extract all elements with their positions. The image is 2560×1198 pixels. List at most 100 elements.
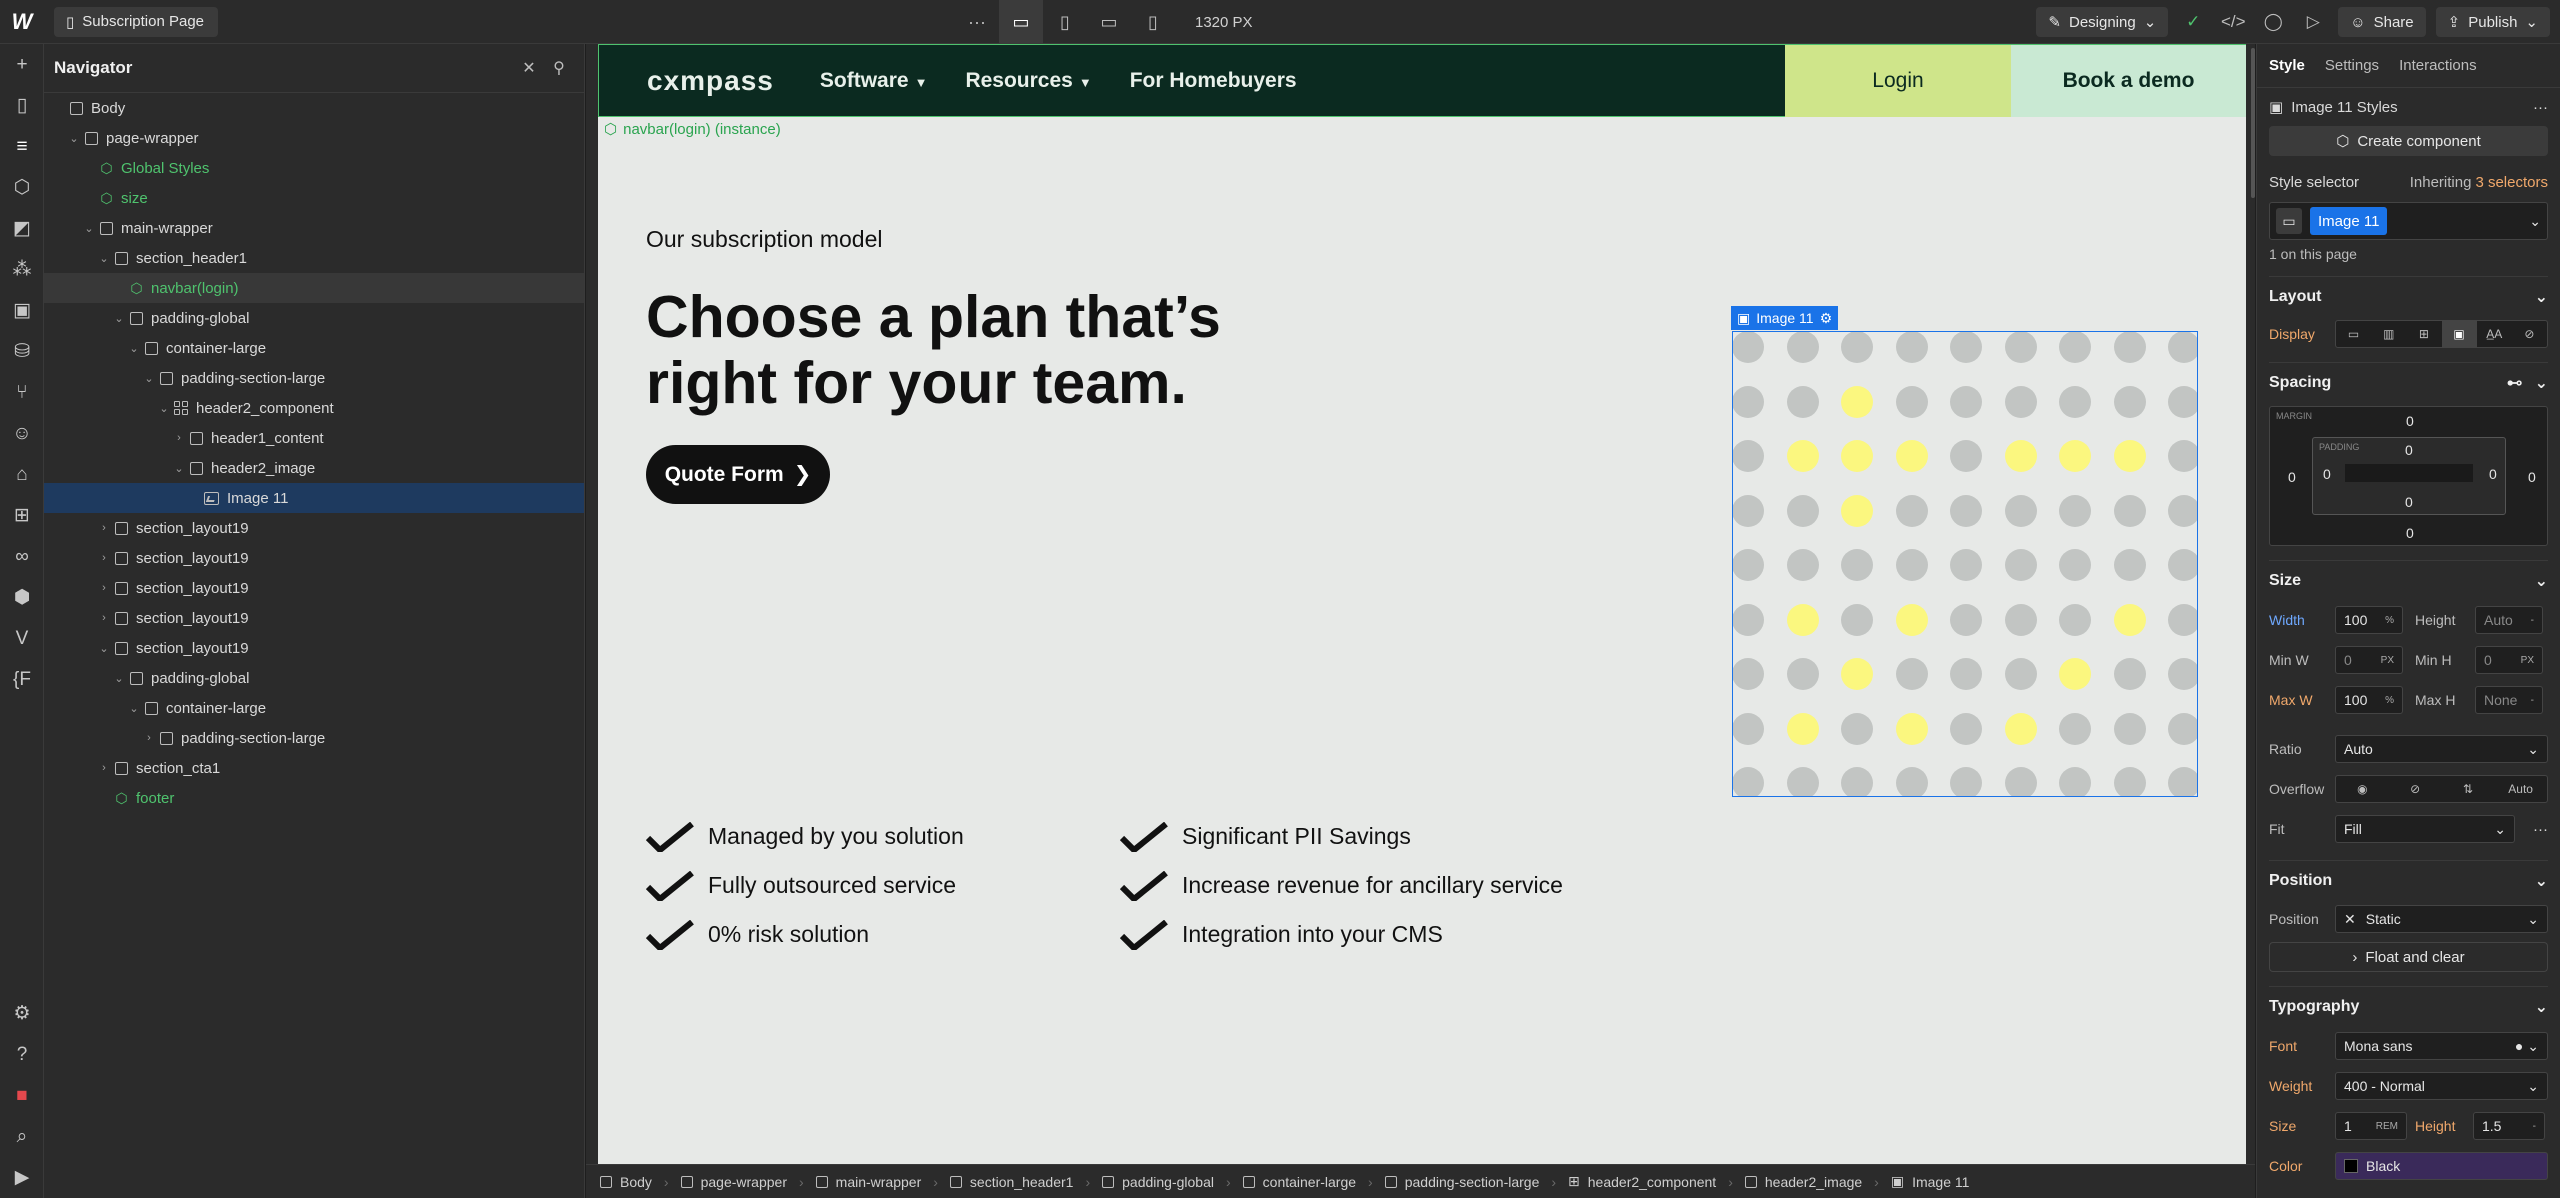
tab-style[interactable]: Style bbox=[2269, 57, 2305, 74]
ecommerce-icon[interactable]: ⌂ bbox=[0, 454, 44, 495]
inheriting-count[interactable]: 3 selectors bbox=[2475, 174, 2548, 191]
position-select[interactable]: ✕ Static ⌄ bbox=[2335, 905, 2548, 933]
padding-right[interactable]: 0 bbox=[2489, 466, 2497, 482]
chevron-down-icon[interactable]: ⌄ bbox=[172, 462, 186, 475]
navigator-row[interactable]: Body bbox=[44, 93, 584, 123]
chevron-right-icon[interactable]: › bbox=[97, 552, 111, 564]
display-none-icon[interactable]: ⊘ bbox=[2512, 321, 2547, 347]
typography-section-header[interactable]: Typography ⌄ bbox=[2269, 986, 2548, 1026]
search-icon[interactable]: ⌕ bbox=[0, 1116, 44, 1157]
navigator-row[interactable]: › section_cta1 bbox=[44, 753, 584, 783]
add-icon[interactable]: + bbox=[0, 44, 44, 85]
overflow-auto-option[interactable]: Auto bbox=[2494, 776, 2547, 802]
more-icon[interactable]: ··· bbox=[2533, 821, 2548, 838]
feature-item[interactable]: Fully outsourced service bbox=[646, 861, 964, 910]
min-height-input[interactable]: 0 PX bbox=[2475, 646, 2543, 674]
color-field[interactable]: Black bbox=[2335, 1152, 2548, 1180]
help-icon[interactable]: ? bbox=[0, 1034, 44, 1075]
breadcrumb-item[interactable]: section_header1 › bbox=[949, 1174, 1102, 1190]
selector-chip[interactable]: Image 11 bbox=[2310, 207, 2388, 235]
navigator-row[interactable]: ⌄ padding-global bbox=[44, 303, 584, 333]
chevron-down-icon[interactable]: ⌄ bbox=[127, 342, 141, 355]
assets-icon[interactable]: ▣ bbox=[0, 290, 44, 331]
display-flex-icon[interactable]: ▥ bbox=[2371, 321, 2406, 347]
style-selector-field[interactable]: ▭ Image 11 ⌄ bbox=[2269, 202, 2548, 240]
feature-item[interactable]: Managed by you solution bbox=[646, 812, 964, 861]
chevron-right-icon[interactable]: › bbox=[97, 762, 111, 774]
navigator-row[interactable]: ⌄ padding-section-large bbox=[44, 363, 584, 393]
quote-form-button[interactable]: Quote Form ❯ bbox=[646, 445, 830, 504]
feature-item[interactable]: Integration into your CMS bbox=[1120, 910, 1563, 959]
breadcrumb-item[interactable]: main-wrapper › bbox=[815, 1174, 950, 1190]
nav-link-resources[interactable]: Resources ▼ bbox=[965, 69, 1091, 93]
overflow-hidden-icon[interactable]: ⊘ bbox=[2389, 776, 2442, 802]
navigator-row[interactable]: ⌄ header2_component bbox=[44, 393, 584, 423]
section-eyebrow[interactable]: Our subscription model bbox=[646, 226, 883, 253]
navigator-row[interactable]: › header1_content bbox=[44, 423, 584, 453]
chevron-right-icon[interactable]: › bbox=[172, 432, 186, 444]
height-input[interactable]: Auto - bbox=[2475, 606, 2543, 634]
chevron-down-icon[interactable]: ⌄ bbox=[157, 402, 171, 415]
breadcrumb-item[interactable]: page-wrapper › bbox=[680, 1174, 816, 1190]
logic-icon[interactable]: ⑂ bbox=[0, 372, 44, 413]
check-circle-icon[interactable]: ✓ bbox=[2178, 7, 2208, 37]
chevron-down-icon[interactable]: ⌄ bbox=[97, 252, 111, 265]
navigator-row[interactable]: ⬡ Global Styles bbox=[44, 153, 584, 183]
tab-settings[interactable]: Settings bbox=[2325, 57, 2379, 74]
comment-icon[interactable]: ◯ bbox=[2258, 7, 2288, 37]
code-brace-icon[interactable]: {F bbox=[0, 659, 44, 700]
hero-headline[interactable]: Choose a plan that’s right for your team… bbox=[646, 284, 1366, 416]
size-section-header[interactable]: Size ⌄ bbox=[2269, 560, 2548, 600]
mobile-portrait-breakpoint-icon[interactable]: ▯ bbox=[1131, 0, 1175, 44]
navigator-row[interactable]: › section_layout19 bbox=[44, 543, 584, 573]
display-block-icon[interactable]: ▭ bbox=[2336, 321, 2371, 347]
collapse-all-icon[interactable]: ✕ bbox=[514, 58, 544, 78]
breadcrumb-item[interactable]: container-large › bbox=[1242, 1174, 1385, 1190]
components-icon[interactable]: ⬡ bbox=[0, 167, 44, 208]
apps-icon[interactable]: ⊞ bbox=[0, 495, 44, 536]
unit-dash[interactable]: - bbox=[2531, 615, 2534, 626]
webflow-logo-icon[interactable]: W bbox=[0, 0, 44, 44]
margin-bottom[interactable]: 0 bbox=[2406, 525, 2414, 541]
weight-select[interactable]: 400 - Normal ⌄ bbox=[2335, 1072, 2548, 1100]
navigator-row[interactable]: Image 11 bbox=[44, 483, 584, 513]
chevron-down-icon[interactable]: ⌄ bbox=[142, 372, 156, 385]
breadcrumb-item[interactable]: header2_image › bbox=[1744, 1174, 1891, 1190]
video-icon[interactable]: ▶ bbox=[0, 1157, 44, 1198]
spacing-toggle-icon[interactable]: ⊷ bbox=[2507, 373, 2523, 393]
tablet-breakpoint-icon[interactable]: ▯ bbox=[1043, 0, 1087, 44]
mobile-landscape-breakpoint-icon[interactable]: ▭ bbox=[1087, 0, 1131, 44]
overflow-visible-icon[interactable]: ◉ bbox=[2336, 776, 2389, 802]
overflow-scroll-icon[interactable]: ⇅ bbox=[2442, 776, 2495, 802]
record-icon[interactable]: ■ bbox=[0, 1075, 44, 1116]
cms-icon[interactable]: ⛁ bbox=[0, 331, 44, 372]
font-size-input[interactable]: 1 REM bbox=[2335, 1112, 2407, 1140]
feature-item[interactable]: Increase revenue for ancillary service bbox=[1120, 861, 1563, 910]
navigator-row[interactable]: ⬡ footer bbox=[44, 783, 584, 813]
publish-button[interactable]: ⇪ Publish ⌄ bbox=[2435, 7, 2550, 37]
min-width-unit[interactable]: PX bbox=[2381, 655, 2394, 666]
package-icon[interactable]: ⬢ bbox=[0, 577, 44, 618]
padding-bottom[interactable]: 0 bbox=[2405, 494, 2413, 510]
chevron-down-icon[interactable]: ⌄ bbox=[82, 222, 96, 235]
layout-section-header[interactable]: Layout ⌄ bbox=[2269, 276, 2548, 316]
site-navbar[interactable]: cxmpass Software ▼ Resources ▼ For Homebuy… bbox=[598, 44, 2246, 117]
vertical-logo-icon[interactable]: V bbox=[0, 618, 44, 659]
nav-link-software[interactable]: Software ▼ bbox=[820, 69, 928, 93]
navigator-row[interactable]: › padding-section-large bbox=[44, 723, 584, 753]
max-width-input[interactable]: 100% bbox=[2335, 686, 2403, 714]
font-select[interactable]: Mona sans ● ⌄ bbox=[2335, 1032, 2548, 1060]
margin-left[interactable]: 0 bbox=[2288, 469, 2296, 485]
more-options-button[interactable]: ··· bbox=[955, 0, 999, 44]
desktop-star-breakpoint-icon[interactable]: ▭ bbox=[999, 0, 1043, 44]
chevron-down-icon[interactable]: ⌄ bbox=[112, 312, 126, 325]
chevron-down-icon[interactable]: ⌄ bbox=[2529, 213, 2541, 230]
position-section-header[interactable]: Position ⌄ bbox=[2269, 860, 2548, 900]
code-icon[interactable]: </> bbox=[2218, 7, 2248, 37]
margin-top[interactable]: 0 bbox=[2406, 413, 2414, 429]
preview-play-icon[interactable]: ▷ bbox=[2298, 7, 2328, 37]
spacing-section-header[interactable]: Spacing ⊷ ⌄ bbox=[2269, 362, 2548, 402]
pages-icon[interactable]: ▯ bbox=[0, 85, 44, 126]
chevron-down-icon[interactable]: ⌄ bbox=[97, 642, 111, 655]
login-button[interactable]: Login bbox=[1785, 45, 2011, 117]
